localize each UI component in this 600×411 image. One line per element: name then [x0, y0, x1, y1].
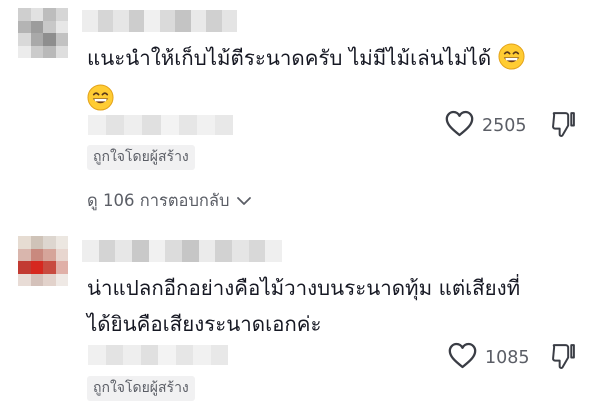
heart-outline-icon [445, 110, 474, 141]
like-count: 1085 [485, 347, 530, 368]
avatar[interactable] [18, 8, 68, 58]
comment-text: น่าแปลกอีกอย่างคือไม้วางบนระนาดทุ้ม แต่เ… [87, 270, 587, 342]
comment-timestamp [88, 115, 233, 135]
replies-label: ดู 106 การตอบกลับ [87, 191, 230, 210]
comment-text-line: ได้ยินคือเสียงระนาดเอกค่ะ [87, 312, 322, 336]
avatar[interactable] [18, 236, 68, 286]
username[interactable] [82, 240, 283, 262]
dislike-button[interactable] [551, 343, 576, 374]
liked-by-creator-badge: ถูกใจโดยผู้สร้าง [87, 376, 195, 401]
comment-text-line: แนะนำให้เก็บไม้ตีระนาดครับ ไม่มีไม้เล่นไ… [87, 46, 492, 70]
like-button[interactable]: 1085 [448, 342, 530, 373]
dislike-button[interactable] [551, 111, 576, 142]
username[interactable] [82, 10, 237, 32]
comment-text-line: น่าแปลกอีกอย่างคือไม้วางบนระนาดทุ้ม แต่เ… [87, 276, 521, 300]
like-button[interactable]: 2505 [445, 110, 527, 141]
comment-timestamp [88, 345, 228, 365]
thumbs-down-outline-icon [551, 112, 576, 142]
liked-by-creator-badge: ถูกใจโดยผู้สร้าง [87, 145, 195, 170]
heart-outline-icon [448, 342, 477, 373]
like-count: 2505 [482, 115, 527, 136]
chevron-down-icon [236, 192, 252, 211]
thumbs-down-outline-icon [551, 344, 576, 374]
view-replies-button[interactable]: ดู 106 การตอบกลับ [87, 188, 252, 214]
grinning-face-emoji-icon [498, 43, 525, 81]
